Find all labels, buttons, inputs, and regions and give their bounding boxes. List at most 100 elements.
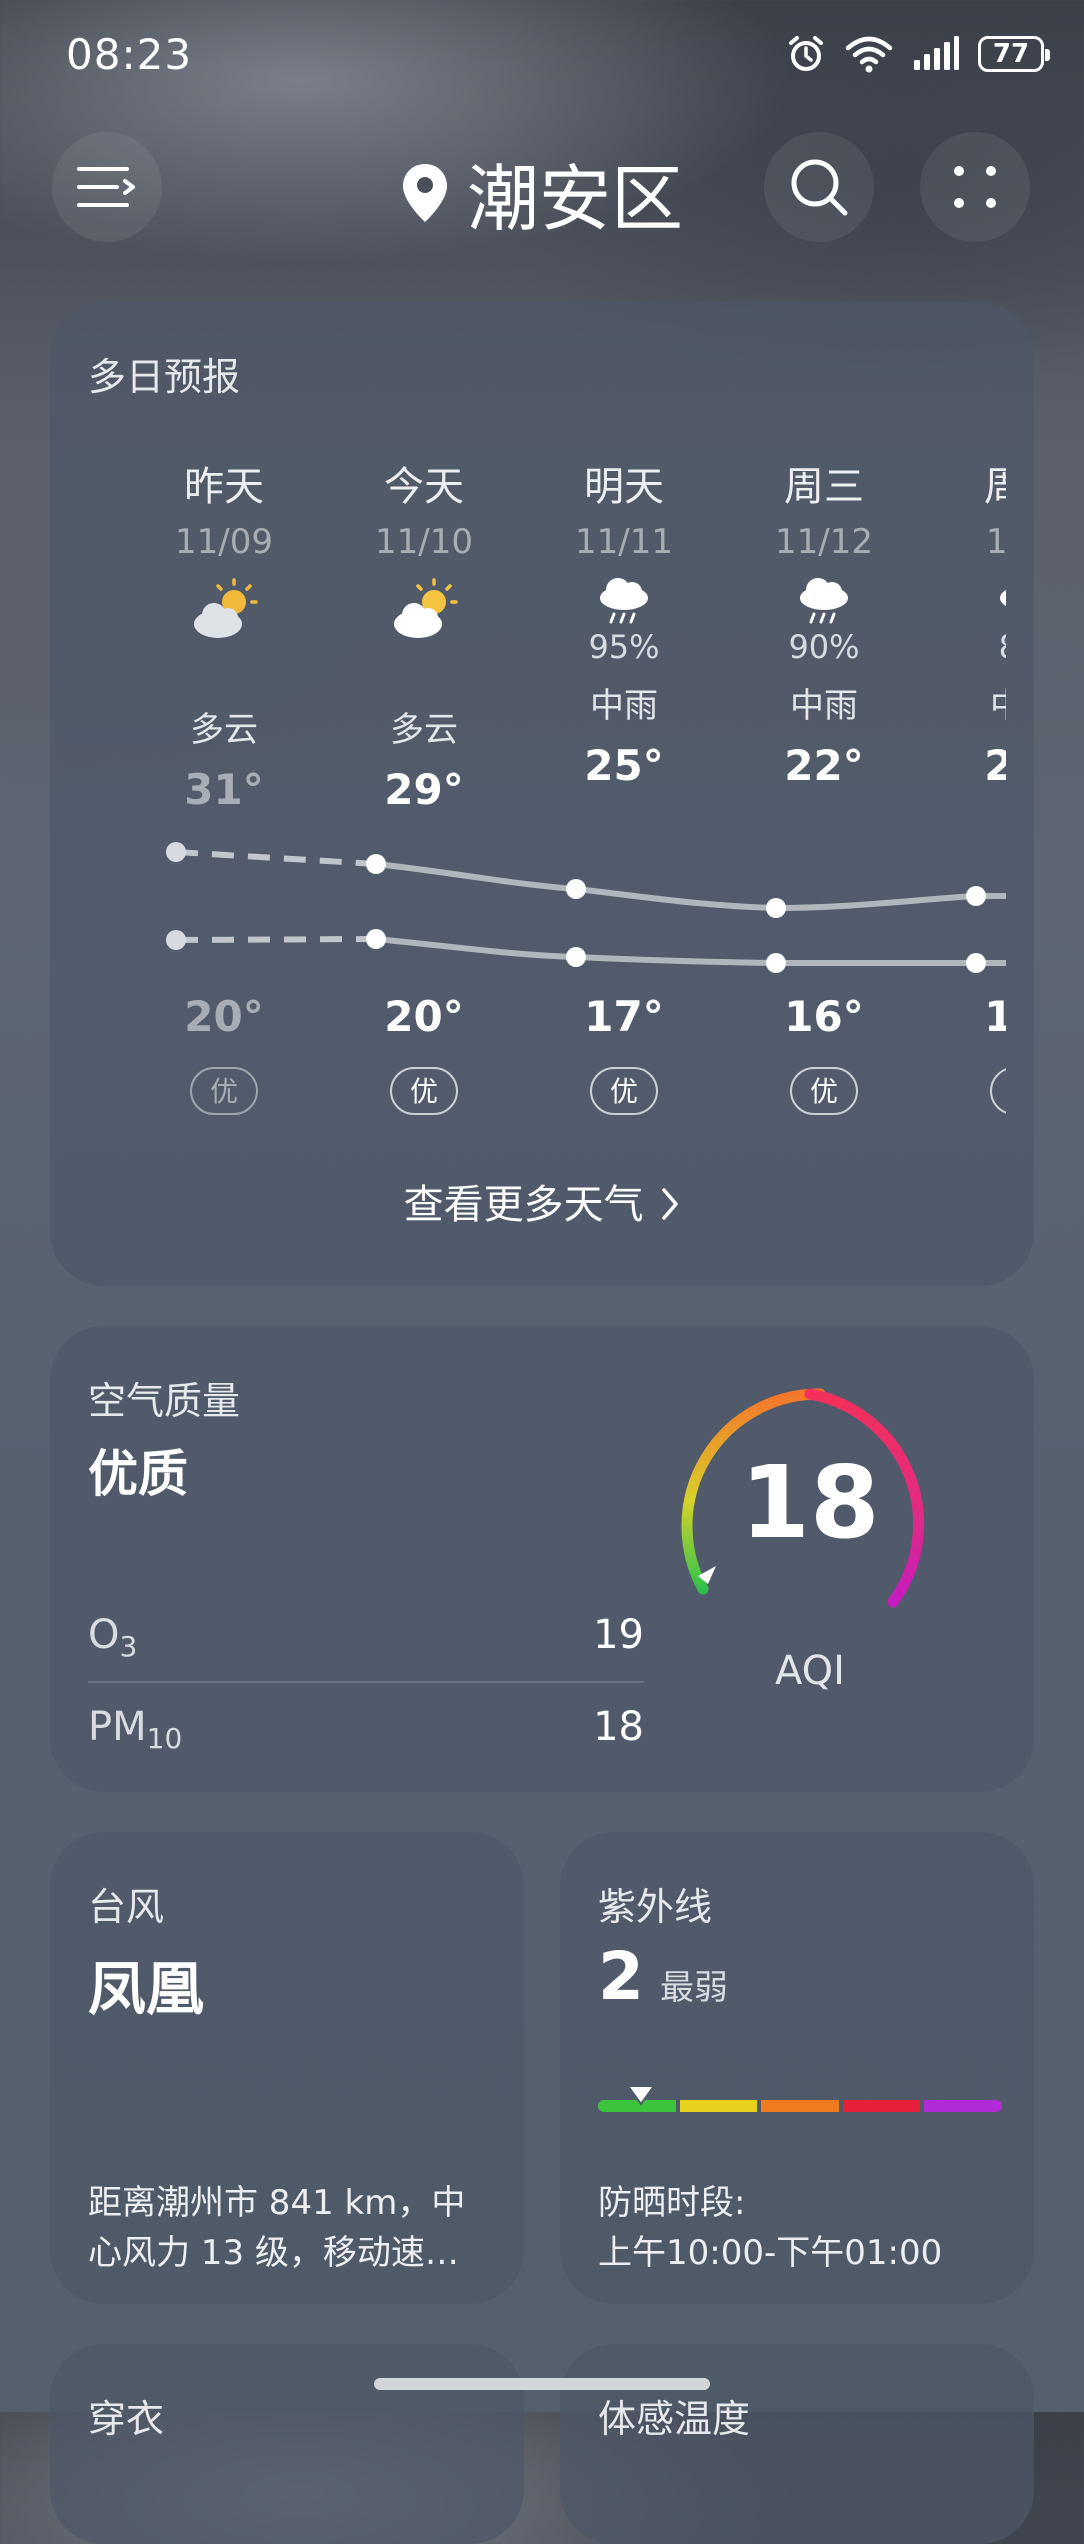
forecast-low-block: 20° 优 xyxy=(324,992,524,1115)
forecast-high: 31° xyxy=(184,765,264,814)
forecast-low: 16° xyxy=(984,992,1006,1041)
pollutant-name: O3 xyxy=(88,1612,138,1663)
aqi-badge: 优 xyxy=(990,1067,1006,1115)
forecast-low: 20° xyxy=(184,992,264,1041)
status-icons: 77 xyxy=(786,34,1050,74)
chevron-right-icon xyxy=(662,1188,679,1220)
dressing-title: 穿衣 xyxy=(88,2397,165,2441)
precip-chance: 90% xyxy=(788,628,860,666)
aqi-badge: 优 xyxy=(790,1067,858,1115)
forecast-day[interactable]: 昨天 11/09 多云 31° xyxy=(124,454,324,814)
forecast-high: 25° xyxy=(584,741,664,790)
feels-like-title: 体感温度 xyxy=(598,2397,751,2441)
low-temp-point xyxy=(166,930,186,950)
rain-icon xyxy=(1000,590,1006,606)
uv-scale xyxy=(598,2100,1002,2112)
typhoon-description: 距离潮州市 841 km，中 心风力 13 级，移动速… xyxy=(88,2183,466,2273)
divider xyxy=(88,1681,644,1683)
high-temp-point xyxy=(966,886,986,906)
precip-chance xyxy=(324,652,524,690)
more-weather-label: 查看更多天气 xyxy=(403,1182,644,1228)
high-temp-line-past xyxy=(175,849,377,867)
forecast-day-label: 周三 xyxy=(784,464,864,510)
partly-cloudy-icon xyxy=(194,578,258,638)
forecast-day[interactable]: 明天 11/11 95% 中雨 25° xyxy=(524,454,724,790)
low-temp-point xyxy=(366,929,386,949)
forecast-condition: 中雨 xyxy=(924,678,1006,727)
search-icon xyxy=(791,159,848,216)
forecast-date: 11/1 xyxy=(985,522,1006,562)
forecast-high: 29° xyxy=(384,765,464,814)
aqi-badge: 优 xyxy=(190,1067,258,1115)
aqi-badge: 优 xyxy=(390,1067,458,1115)
uv-scale-marker xyxy=(626,2085,656,2106)
location-name: 潮安区 xyxy=(466,157,683,241)
pollutant-value: 19 xyxy=(593,1612,644,1658)
uv-index-row: 2 最弱 xyxy=(598,1938,728,2015)
aqi-value: 18 xyxy=(740,1444,880,1561)
partly-cloudy-icon xyxy=(394,578,458,638)
forecast-condition: 多云 xyxy=(190,710,258,750)
forecast-low-block: 17° 优 xyxy=(524,992,724,1115)
search-button[interactable] xyxy=(764,132,874,242)
air-quality-title: 空气质量 xyxy=(88,1379,241,1423)
forecast-day-label: 明天 xyxy=(584,464,664,510)
location-pin-icon xyxy=(402,163,447,222)
high-temp-line xyxy=(375,861,1006,912)
home-indicator[interactable] xyxy=(374,2378,710,2390)
low-temp-line-past xyxy=(175,936,377,943)
uv-level: 最弱 xyxy=(659,1968,728,2008)
more-dots-icon xyxy=(954,166,996,208)
precip-chance: 95% xyxy=(588,628,660,666)
precip-chance xyxy=(124,652,324,690)
air-quality-level: 优质 xyxy=(88,1445,188,1503)
more-options-button[interactable] xyxy=(920,132,1030,242)
forecast-low: 20° xyxy=(384,992,464,1041)
battery-indicator: 77 xyxy=(978,36,1050,72)
uv-title: 紫外线 xyxy=(598,1885,713,1929)
forecast-low-block: 16° 优 xyxy=(724,992,924,1115)
low-temp-line xyxy=(375,936,1006,966)
uv-card[interactable]: 紫外线 2 最弱 防晒时段: 上午10:00-下午01:00 xyxy=(560,1832,1034,2304)
more-weather-link[interactable]: 查看更多天气 xyxy=(50,1172,1034,1230)
high-temp-point xyxy=(166,842,186,862)
high-temp-point xyxy=(366,854,386,874)
dressing-card[interactable]: 穿衣 xyxy=(50,2344,524,2544)
low-temp-point xyxy=(766,953,786,973)
forecast-day-label: 周四 xyxy=(984,464,1006,510)
feels-like-card[interactable]: 体感温度 xyxy=(560,2344,1034,2544)
aqi-badge: 优 xyxy=(590,1067,658,1115)
forecast-date: 11/12 xyxy=(775,522,873,562)
forecast-scroller[interactable]: 昨天 11/09 多云 31° 今天 11/10 多云 29° 明天 11/11… xyxy=(50,302,1006,1286)
forecast-date: 11/11 xyxy=(575,522,673,562)
forecast-day[interactable]: 今天 11/10 多云 29° xyxy=(324,454,524,814)
low-temp-point xyxy=(566,947,586,967)
aqi-label: AQI xyxy=(775,1648,845,1694)
precip-chance: 8% xyxy=(924,628,1006,666)
uv-index: 2 xyxy=(598,1938,644,2015)
forecast-date: 11/09 xyxy=(175,522,273,562)
signal-icon xyxy=(914,36,959,70)
typhoon-card[interactable]: 台风 凤凰 距离潮州市 841 km，中 心风力 13 级，移动速… xyxy=(50,1832,524,2304)
high-temp-point xyxy=(566,879,586,899)
temperature-trend-chart xyxy=(166,842,1006,973)
forecast-low: 16° xyxy=(784,992,864,1041)
forecast-day-label: 昨天 xyxy=(184,464,264,510)
forecast-card: 多日预报 昨天 11/09 多云 31° 今天 11/10 多云 29° 明天 … xyxy=(50,302,1034,1286)
sunscreen-period: 防晒时段: 上午10:00-下午01:00 xyxy=(598,2183,943,2273)
forecast-date: 11/10 xyxy=(375,522,473,562)
rain-icon xyxy=(600,578,648,624)
forecast-high: 22° xyxy=(784,741,864,790)
high-temp-point xyxy=(766,898,786,918)
pollutant-name: PM10 xyxy=(88,1704,183,1755)
forecast-day[interactable]: 周三 11/12 90% 中雨 22° xyxy=(724,454,924,790)
typhoon-name: 凤凰 xyxy=(88,1955,205,2023)
forecast-low-block: 16° 优 xyxy=(924,992,1006,1115)
forecast-day[interactable]: 周四 11/1 8% 中雨 24° xyxy=(924,454,1006,790)
forecast-condition: 中雨 xyxy=(790,686,858,726)
typhoon-title: 台风 xyxy=(88,1885,165,1929)
forecast-condition: 多云 xyxy=(390,710,458,750)
low-temp-point xyxy=(966,953,986,973)
air-quality-card[interactable]: 空气质量 优质 O3 19 PM10 18 18 AQI xyxy=(50,1326,1034,1792)
forecast-day-label: 今天 xyxy=(384,464,464,510)
